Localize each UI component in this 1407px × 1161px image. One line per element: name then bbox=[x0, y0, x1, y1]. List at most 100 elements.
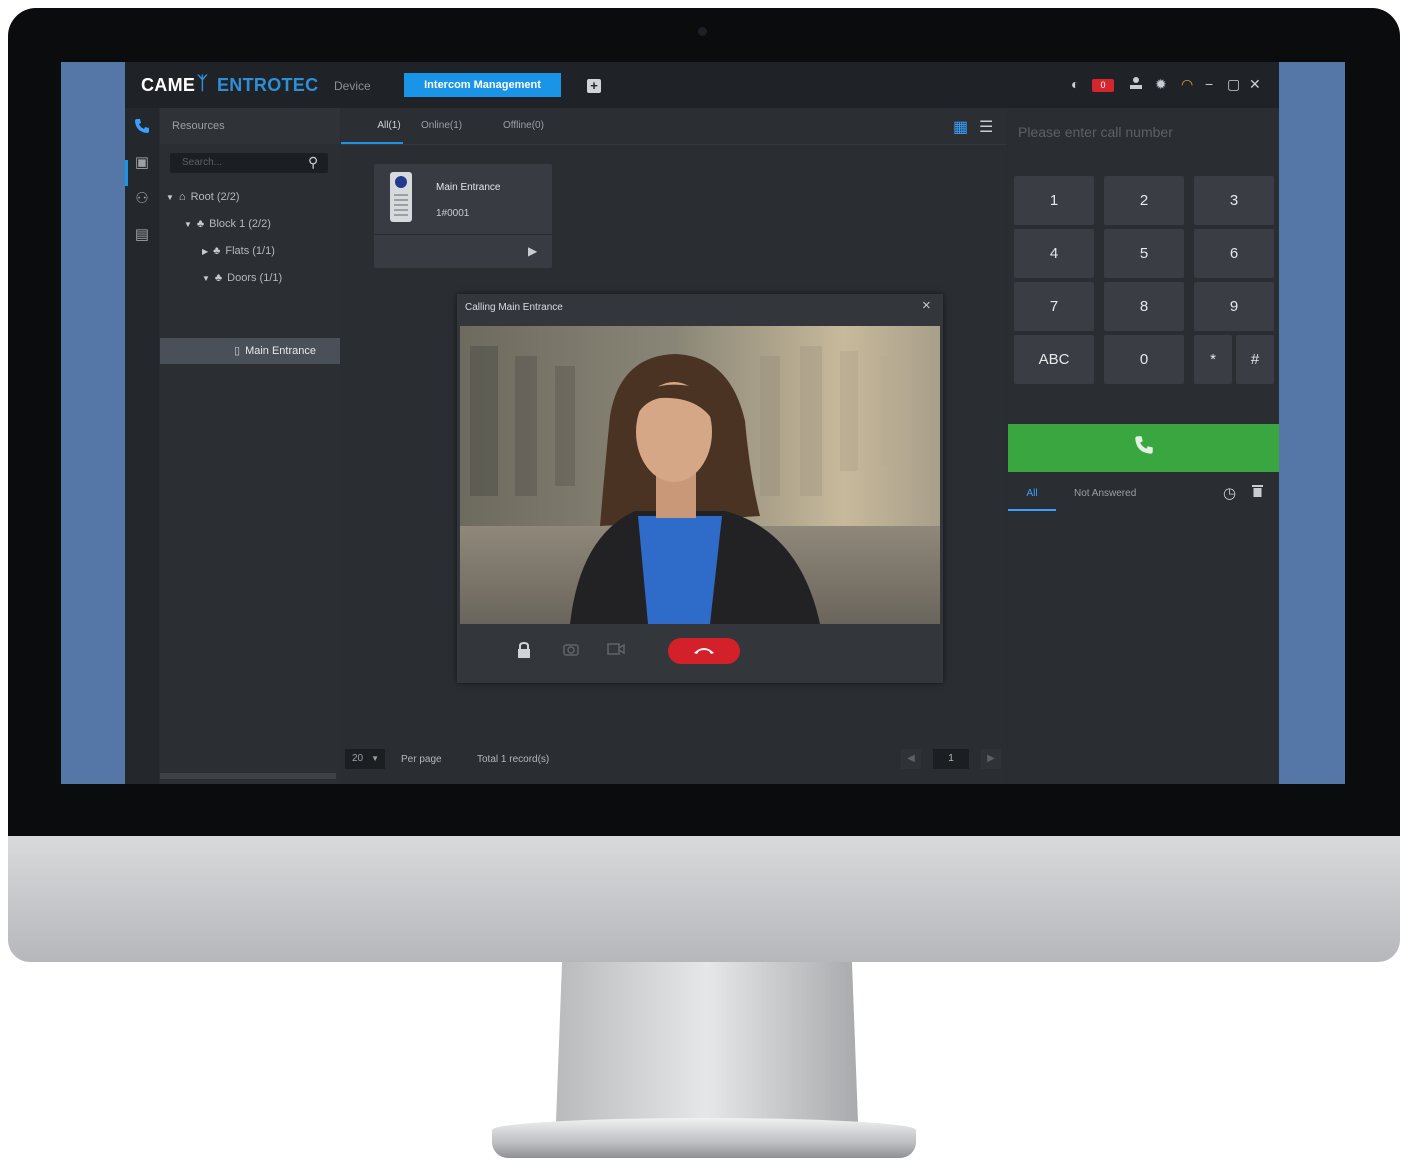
dialpad-key-4[interactable]: 4 bbox=[1014, 229, 1094, 278]
brand-logo-entrotec: ENTROTEC bbox=[217, 75, 319, 95]
dialpad-key-1[interactable]: 1 bbox=[1014, 176, 1094, 225]
history-tab-not-answered[interactable]: Not Answered bbox=[1074, 481, 1136, 507]
record-list-icon[interactable]: ▤ bbox=[133, 226, 151, 244]
gear-icon[interactable]: ✹ bbox=[1155, 76, 1167, 93]
lock-icon[interactable] bbox=[517, 641, 531, 662]
dialpad-key-6[interactable]: 6 bbox=[1194, 229, 1274, 278]
list-view-icon[interactable]: ☰ bbox=[979, 117, 993, 137]
device-card-name: Main Entrance bbox=[436, 182, 501, 193]
clock-icon[interactable]: ◷ bbox=[1223, 484, 1236, 502]
per-page-label: Per page bbox=[401, 754, 442, 765]
card-divider bbox=[374, 234, 552, 235]
dialpad-key-7[interactable]: 7 bbox=[1014, 282, 1094, 331]
trash-icon[interactable] bbox=[1252, 484, 1263, 500]
dialpad-key-hash[interactable]: # bbox=[1236, 335, 1274, 384]
video-icon[interactable] bbox=[607, 642, 625, 660]
minimize-icon[interactable]: − bbox=[1205, 76, 1213, 92]
tree-label-main-entrance: Main Entrance bbox=[245, 345, 316, 357]
close-icon[interactable]: ✕ bbox=[1249, 76, 1261, 93]
dashboard-icon[interactable]: ◠ bbox=[1181, 76, 1193, 93]
nav-device[interactable]: Device bbox=[334, 79, 371, 93]
caret-right-icon[interactable]: ▶ bbox=[202, 247, 208, 256]
page-size-select[interactable]: 20 ▼ bbox=[345, 749, 385, 769]
door-station-icon: ▯ bbox=[234, 345, 241, 357]
call-history-tabs: All Not Answered ◷ bbox=[1008, 481, 1279, 511]
tree-item-root[interactable]: ▼ ⌂ Root (2/2) bbox=[166, 186, 240, 208]
org-icon: ♣ bbox=[213, 245, 221, 257]
close-icon[interactable]: × bbox=[922, 297, 931, 314]
tab-active-underline bbox=[341, 142, 403, 144]
door-station-image bbox=[390, 172, 412, 222]
maximize-icon[interactable]: ▢ bbox=[1227, 76, 1240, 93]
play-icon[interactable]: ▶ bbox=[528, 244, 537, 258]
strip-active-indicator bbox=[125, 160, 128, 186]
page-size-value: 20 bbox=[352, 753, 364, 764]
total-records-label: Total 1 record(s) bbox=[477, 754, 550, 765]
next-page-button[interactable]: ▶ bbox=[981, 749, 1001, 769]
history-tab-all[interactable]: All bbox=[1008, 481, 1056, 507]
dialpad-key-0[interactable]: 0 bbox=[1104, 335, 1184, 384]
dialpad-key-5[interactable]: 5 bbox=[1104, 229, 1184, 278]
caret-down-icon[interactable]: ▼ bbox=[184, 220, 192, 229]
call-number-input[interactable] bbox=[1016, 116, 1276, 148]
alarm-count-badge: 0 bbox=[1092, 79, 1114, 92]
add-tab-button[interactable]: + bbox=[587, 79, 601, 93]
org-icon: ♣ bbox=[196, 218, 205, 230]
dialpad-key-abc[interactable]: ABC bbox=[1014, 335, 1094, 384]
phone-icon[interactable] bbox=[133, 118, 151, 136]
monitor-screen: CAME ᛉ ENTROTEC Device Intercom Manageme… bbox=[61, 62, 1345, 784]
caret-down-icon[interactable]: ▼ bbox=[166, 193, 174, 202]
tab-all[interactable]: All(1) bbox=[358, 120, 420, 131]
tab-offline[interactable]: Offline(0) bbox=[503, 120, 544, 131]
brand-logo-came: CAME bbox=[141, 75, 196, 95]
phone-hangup-icon bbox=[694, 648, 714, 654]
tree-label-root: Root (2/2) bbox=[190, 191, 240, 203]
device-card[interactable]: Main Entrance 1#0001 ▶ bbox=[374, 164, 552, 268]
device-list-area: All(1) Online(1) Offline(0) ▦ ☰ Main Ent… bbox=[341, 108, 1007, 784]
nav-intercom-management[interactable]: Intercom Management bbox=[404, 73, 561, 97]
call-action-bar bbox=[457, 626, 943, 683]
page-number-input[interactable]: 1 bbox=[933, 749, 969, 769]
prev-page-button[interactable]: ◀ bbox=[901, 749, 921, 769]
tab-online[interactable]: Online(1) bbox=[421, 120, 462, 131]
caret-down-icon[interactable]: ▼ bbox=[202, 274, 210, 283]
org-icon: ⌂ bbox=[178, 191, 186, 203]
user-manage-icon[interactable]: ⚇ bbox=[133, 190, 151, 208]
alarm-icon[interactable]: ◐ bbox=[1071, 76, 1079, 92]
tree-item-flats[interactable]: ▶ ♣ Flats (1/1) bbox=[202, 240, 275, 262]
tree-item-doors[interactable]: ▼ ♣ Doors (1/1) bbox=[202, 267, 282, 289]
search-icon[interactable]: ⚲ bbox=[308, 154, 318, 171]
tree-item-block[interactable]: ▼ ♣ Block 1 (2/2) bbox=[184, 213, 271, 235]
dialpad-key-star[interactable]: * bbox=[1194, 335, 1232, 384]
tree-label-block: Block 1 (2/2) bbox=[209, 218, 271, 230]
resources-header: Resources bbox=[160, 108, 340, 144]
chevron-down-icon: ▼ bbox=[371, 754, 379, 763]
module-icon-strip: ▣ ⚇ ▤ bbox=[125, 108, 159, 784]
call-video-feed bbox=[460, 326, 940, 624]
device-card-number: 1#0001 bbox=[436, 208, 470, 219]
dialpad-key-3[interactable]: 3 bbox=[1194, 176, 1274, 225]
tree-label-flats: Flats (1/1) bbox=[225, 245, 275, 257]
tree-item-main-entrance[interactable]: ▯ Main Entrance bbox=[160, 338, 340, 364]
tree-scrollbar[interactable] bbox=[160, 773, 336, 779]
dialpad-key-2[interactable]: 2 bbox=[1104, 176, 1184, 225]
user-icon[interactable] bbox=[1129, 76, 1143, 93]
pagination-bar: 20 ▼ Per page Total 1 record(s) ◀ 1 ▶ bbox=[341, 744, 1007, 774]
brand-logo-mark: ᛉ bbox=[197, 73, 208, 93]
monitor-camera bbox=[698, 27, 707, 36]
calendar-icon[interactable]: ▣ bbox=[133, 154, 151, 172]
call-dialog-title: Calling Main Entrance bbox=[465, 302, 563, 313]
monitor-stand-base bbox=[492, 1118, 916, 1158]
hangup-button[interactable] bbox=[668, 638, 740, 664]
call-button[interactable] bbox=[1008, 424, 1279, 472]
resource-tree-panel: Resources Search... ⚲ ▼ ⌂ Root (2/2) ▼ ♣ Blo… bbox=[160, 108, 340, 784]
tree-search-placeholder: Search... bbox=[182, 157, 223, 168]
tree-search-input[interactable]: Search... ⚲ bbox=[170, 153, 328, 173]
grid-view-icon[interactable]: ▦ bbox=[953, 117, 968, 137]
dialpad-key-9[interactable]: 9 bbox=[1194, 282, 1274, 331]
camera-icon[interactable] bbox=[563, 642, 579, 660]
history-tab-underline bbox=[1008, 509, 1056, 511]
monitor-chin bbox=[8, 836, 1400, 962]
app-window: CAME ᛉ ENTROTEC Device Intercom Manageme… bbox=[125, 62, 1279, 784]
dialpad-key-8[interactable]: 8 bbox=[1104, 282, 1184, 331]
